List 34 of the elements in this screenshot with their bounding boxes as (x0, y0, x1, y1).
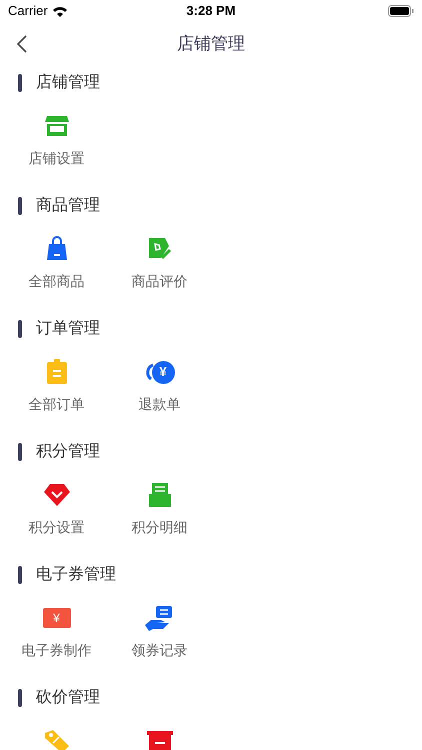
section-marker (18, 689, 22, 707)
menu-item[interactable]: ¥ 电子券制作 (5, 604, 108, 661)
section-marker (18, 320, 22, 338)
menu-item[interactable]: 全部商品 (5, 235, 108, 292)
section-title: 砍价管理 (36, 688, 100, 708)
back-icon (17, 35, 27, 53)
carrier-label: Carrier (8, 2, 48, 20)
menu-item[interactable]: 商品评价 (108, 235, 211, 292)
section-title: 积分管理 (36, 442, 100, 462)
section-title: 商品管理 (36, 196, 100, 216)
storefront-icon (44, 114, 70, 138)
wifi-icon (52, 5, 68, 17)
page-title: 店铺管理 (177, 33, 245, 56)
section-marker (18, 566, 22, 584)
tag-edit-icon (146, 236, 172, 262)
menu-item[interactable]: 全部订单 (5, 358, 108, 415)
section-title: 电子券管理 (36, 564, 116, 585)
menu-item[interactable]: 店铺设置 (5, 112, 108, 169)
gem-icon (42, 483, 70, 507)
section-marker (18, 74, 22, 92)
status-time: 3:28 PM (186, 2, 236, 20)
tray-icon (148, 482, 172, 508)
menu-item[interactable]: 积分设置 (5, 481, 108, 538)
battery-icon (388, 5, 414, 17)
section-marker (18, 443, 22, 461)
clipboard-icon (46, 359, 68, 385)
menu-item[interactable]: ¥ 退款单 (108, 358, 211, 415)
section-marker (18, 197, 22, 215)
shopping-bag-icon (44, 236, 68, 262)
ticket-icon: ¥ (42, 608, 70, 628)
section-title: 店铺管理 (36, 72, 100, 93)
menu-item[interactable]: 领券记录 (108, 604, 211, 661)
section-title: 订单管理 (36, 319, 100, 339)
menu-item[interactable]: 积分明细 (108, 481, 211, 538)
